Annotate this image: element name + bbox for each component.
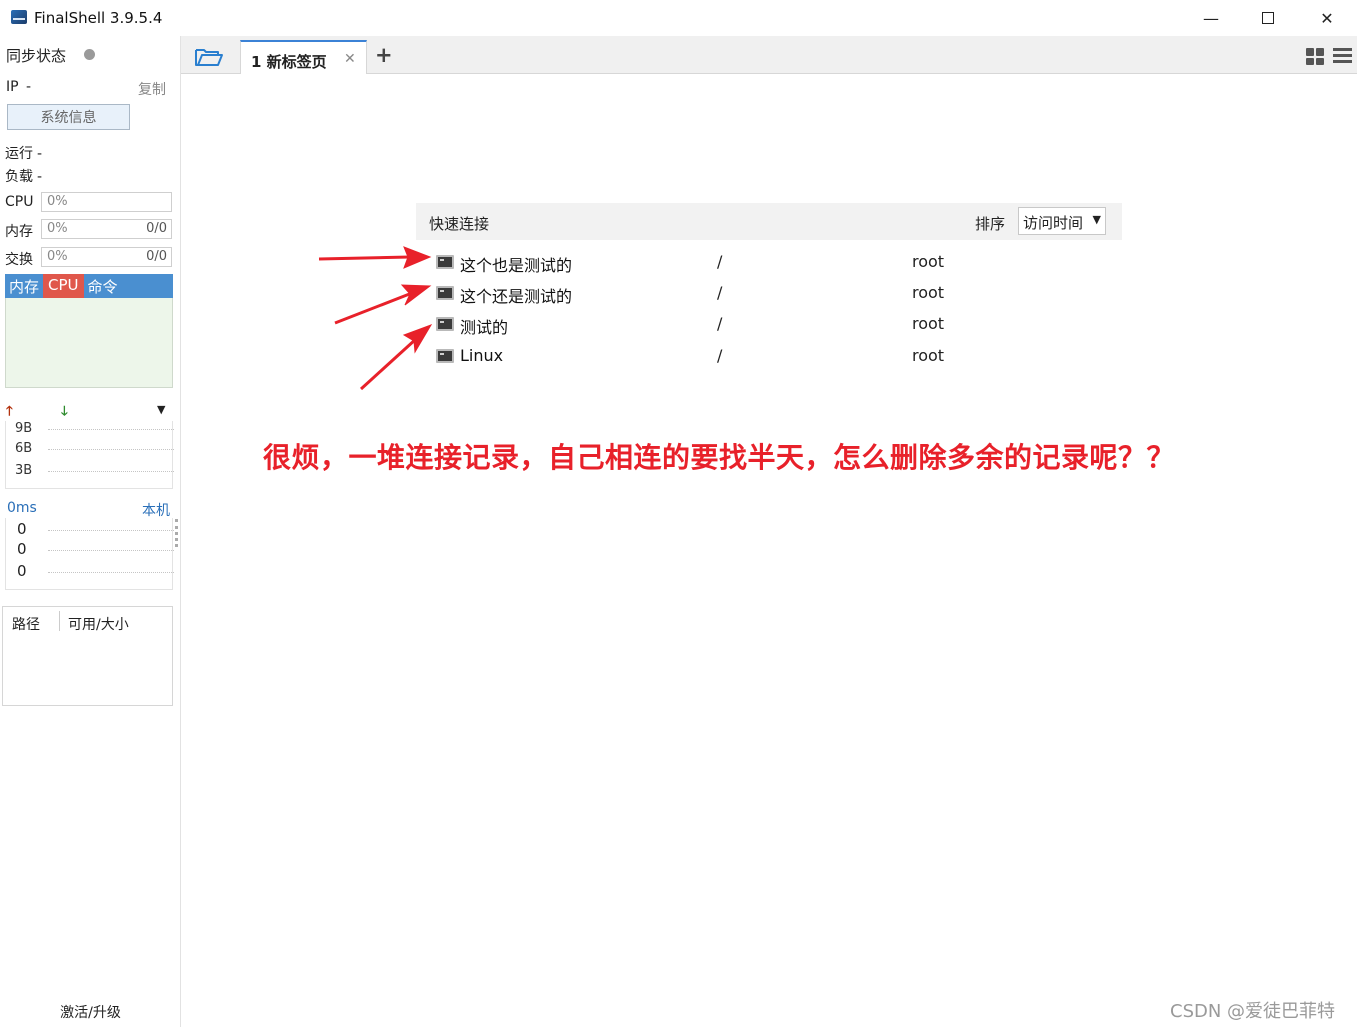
arrow-line [334,291,413,325]
watermark: CSDN @爱徒巴菲特 [1170,1001,1336,1022]
arrow-head [403,246,432,269]
arrow-line [359,337,418,391]
annotation-arrows [318,246,433,391]
arrow-line [318,255,411,261]
annotation-text: 很烦，一堆连接记录，自己相连的要找半天，怎么删除多余的记录呢？？ [263,441,1176,474]
